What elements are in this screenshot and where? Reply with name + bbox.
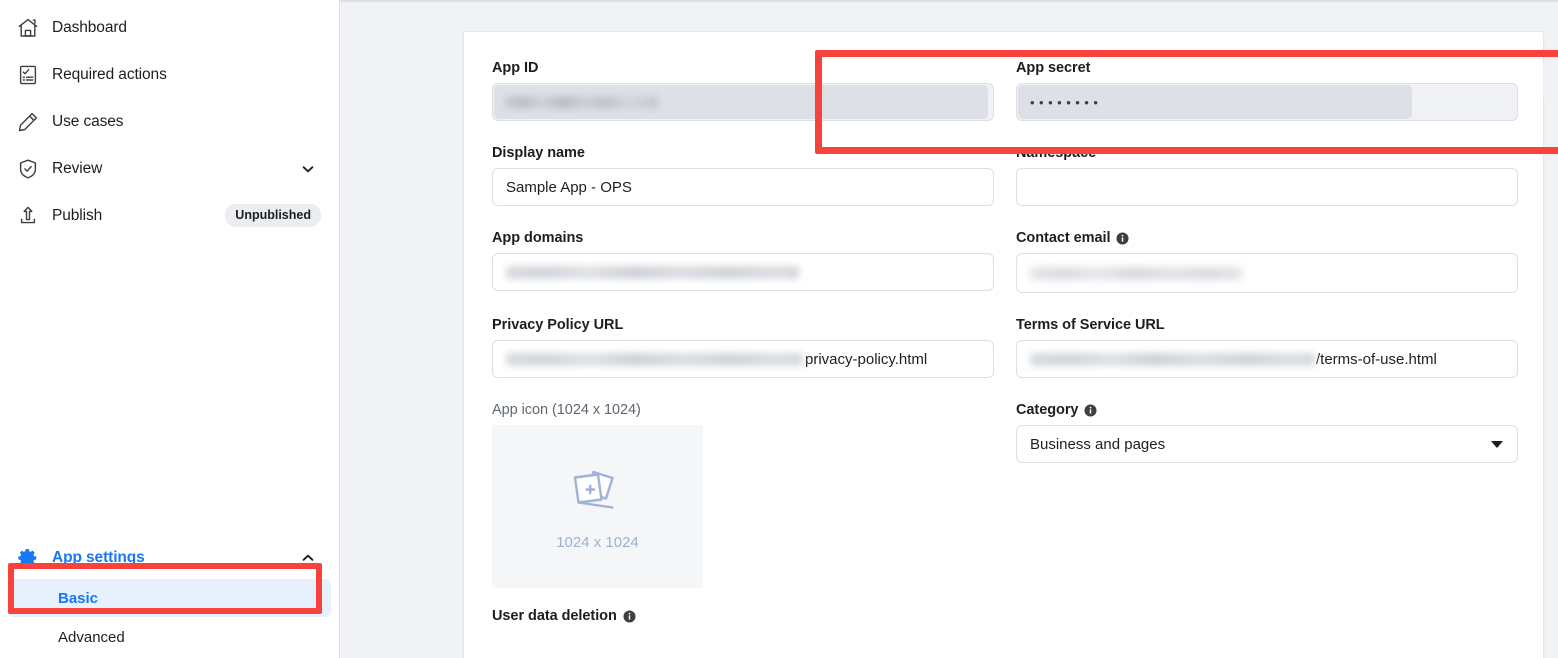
sidebar-item-label: Dashboard xyxy=(52,18,127,36)
field-app-domains: App domains xyxy=(492,230,994,293)
settings-form: App ID App secret •••••••• Show xyxy=(464,32,1558,631)
terms-of-service-url-input[interactable]: /terms-of-use.html xyxy=(1016,340,1518,378)
field-label: Category xyxy=(1016,402,1518,418)
settings-card: App ID App secret •••••••• Show xyxy=(463,31,1558,658)
field-label-text: User data deletion xyxy=(492,608,617,624)
status-badge: Unpublished xyxy=(225,204,321,227)
upload-arrow-icon xyxy=(14,202,42,230)
terms-url-redacted-prefix xyxy=(1030,352,1315,366)
sidebar-item-label: Review xyxy=(52,159,103,177)
privacy-url-redacted-prefix xyxy=(506,352,803,366)
field-label: App icon (1024 x 1024) xyxy=(492,402,641,418)
app-icon-size-label: 1024 x 1024 xyxy=(556,533,639,551)
display-name-input[interactable]: Sample App - OPS xyxy=(492,168,994,206)
checklist-icon xyxy=(14,61,42,89)
field-label: User data deletion xyxy=(492,608,994,624)
field-privacy-policy-url: Privacy Policy URL privacy-policy.html xyxy=(492,317,994,378)
contact-email-input[interactable] xyxy=(1016,253,1518,293)
sidebar-item-label: Use cases xyxy=(52,112,124,130)
chevron-down-icon[interactable] xyxy=(301,162,315,176)
field-user-data-deletion: User data deletion xyxy=(492,608,994,631)
sidebar-subitem-label: Basic xyxy=(58,589,99,607)
field-label: App domains xyxy=(492,230,584,246)
field-label-text: Category xyxy=(1016,402,1079,418)
info-icon[interactable] xyxy=(1116,231,1129,245)
shield-check-icon xyxy=(14,155,42,183)
chevron-up-icon[interactable] xyxy=(301,551,315,565)
app-domains-redacted-value xyxy=(506,265,799,279)
app-settings-basic-page: Dashboard Required actions Use cases Rev… xyxy=(0,0,1558,658)
field-label: Namespace xyxy=(1016,145,1097,161)
privacy-url-visible-value: privacy-policy.html xyxy=(805,350,928,368)
add-image-icon xyxy=(567,463,629,524)
field-label: Privacy Policy URL xyxy=(492,317,624,333)
form-row-credentials: App ID App secret •••••••• Show xyxy=(492,60,1558,121)
sidebar-item-use-cases[interactable]: Use cases xyxy=(0,98,339,145)
field-label: Display name xyxy=(492,145,585,161)
sidebar-nav-top: Dashboard Required actions Use cases Rev… xyxy=(0,0,339,239)
field-contact-email: Contact email xyxy=(1016,230,1518,293)
sidebar-nav-bottom: App settings Basic Advanced xyxy=(0,537,339,658)
app-settings-label: App settings xyxy=(52,549,145,566)
sidebar-subitem-label: Advanced xyxy=(58,629,125,646)
field-label-text: Contact email xyxy=(1016,230,1111,246)
main-content: App ID App secret •••••••• Show xyxy=(340,0,1558,658)
terms-url-visible-value: /terms-of-use.html xyxy=(1316,350,1437,368)
field-label: Contact email xyxy=(1016,230,1518,246)
field-terms-of-service-url: Terms of Service URL /terms-of-use.html xyxy=(1016,317,1518,378)
app-icon-upload-box[interactable]: 1024 x 1024 xyxy=(492,425,703,588)
field-category: Category Business and pages xyxy=(1016,402,1518,588)
caret-down-icon xyxy=(1491,440,1503,448)
field-app-secret: App secret •••••••• Show xyxy=(1016,60,1558,121)
sidebar-item-publish[interactable]: Publish Unpublished xyxy=(0,192,339,239)
top-divider xyxy=(340,0,1558,2)
sidebar-item-app-settings[interactable]: App settings xyxy=(0,537,339,579)
home-icon xyxy=(14,14,42,42)
field-app-icon: App icon (1024 x 1024) 1024 x 1024 xyxy=(492,402,994,588)
info-icon[interactable] xyxy=(1084,403,1097,417)
sidebar: Dashboard Required actions Use cases Rev… xyxy=(0,0,340,658)
form-row-urls: Privacy Policy URL privacy-policy.html T… xyxy=(492,317,1518,378)
sidebar-item-basic[interactable]: Basic xyxy=(8,579,331,617)
field-label: App ID xyxy=(492,60,539,76)
form-row-icon-category: App icon (1024 x 1024) 1024 x 1024 Categ… xyxy=(492,402,1518,588)
contact-email-redacted-value xyxy=(1030,266,1242,280)
category-select[interactable]: Business and pages xyxy=(1016,425,1518,463)
field-display-name: Display name Sample App - OPS xyxy=(492,145,994,206)
privacy-policy-url-input[interactable]: privacy-policy.html xyxy=(492,340,994,378)
app-id-input[interactable] xyxy=(492,83,994,121)
field-label: App secret xyxy=(1016,60,1091,76)
info-icon[interactable] xyxy=(623,609,636,623)
sidebar-item-label: Publish xyxy=(52,206,103,224)
app-domains-input[interactable] xyxy=(492,253,994,291)
show-secret-button[interactable]: Show xyxy=(1543,60,1558,99)
display-name-value: Sample App - OPS xyxy=(506,178,632,196)
namespace-input[interactable] xyxy=(1016,168,1518,206)
app-id-redacted-value xyxy=(505,96,658,109)
field-namespace: Namespace xyxy=(1016,145,1518,206)
gear-icon xyxy=(14,544,42,572)
sidebar-item-dashboard[interactable]: Dashboard xyxy=(0,4,339,51)
app-secret-input[interactable]: •••••••• xyxy=(1016,83,1518,121)
sidebar-item-review[interactable]: Review xyxy=(0,145,339,192)
app-secret-value: •••••••• xyxy=(1030,94,1103,110)
form-row-user-data-deletion: User data deletion xyxy=(492,608,1517,631)
category-value: Business and pages xyxy=(1030,435,1166,453)
form-row-domains: App domains Contact email xyxy=(492,230,1518,293)
sidebar-item-advanced[interactable]: Advanced xyxy=(0,617,339,658)
sidebar-item-label: Required actions xyxy=(52,65,167,83)
field-label: Terms of Service URL xyxy=(1016,317,1165,333)
form-row-name: Display name Sample App - OPS Namespace xyxy=(492,145,1518,206)
field-app-id: App ID xyxy=(492,60,994,121)
pencil-icon xyxy=(14,108,42,136)
sidebar-item-required-actions[interactable]: Required actions xyxy=(0,51,339,98)
